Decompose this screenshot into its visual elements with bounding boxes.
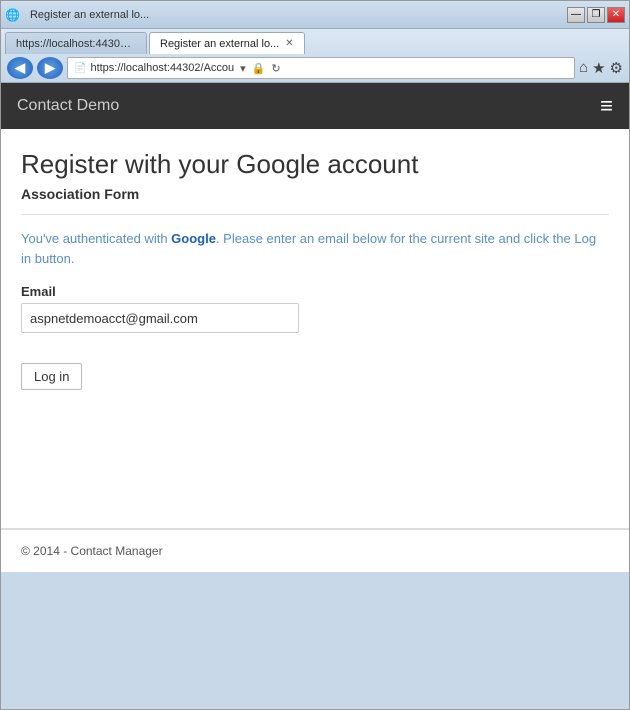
form-subtitle: Association Form xyxy=(21,186,609,215)
toolbar-right: ⌂ ★ ⚙ xyxy=(579,59,623,77)
page-title: Register with your Google account xyxy=(21,149,609,180)
tab-2[interactable]: Register an external lo... ✕ xyxy=(149,32,305,54)
browser-icon: 🌐 xyxy=(5,8,20,22)
forward-icon: ▶ xyxy=(45,60,55,76)
window-title: Register an external lo... xyxy=(30,9,149,21)
minimize-button[interactable]: — xyxy=(567,7,585,23)
forward-button[interactable]: ▶ xyxy=(37,57,63,79)
app-navbar: Contact Demo ≡ xyxy=(1,83,629,129)
back-button[interactable]: ◀ xyxy=(7,57,33,79)
address-dropdown-icon[interactable]: ▾ xyxy=(238,62,248,75)
login-button[interactable]: Log in xyxy=(21,363,82,390)
address-actions: ▾ 🔒 ↻ xyxy=(238,62,282,75)
browser-toolbar: https://localhost:44302/Accou Register a… xyxy=(1,29,629,83)
info-text: You've authenticated with Google. Please… xyxy=(21,229,609,268)
address-bar-page-icon: 📄 xyxy=(74,63,86,74)
settings-icon[interactable]: ⚙ xyxy=(610,59,623,77)
tab-close-icon[interactable]: ✕ xyxy=(285,38,293,49)
tab-2-label: Register an external lo... xyxy=(160,38,279,50)
title-bar: 🌐 Register an external lo... — ❐ ✕ xyxy=(1,1,629,29)
footer-text: © 2014 - Contact Manager xyxy=(21,544,163,558)
back-icon: ◀ xyxy=(15,60,25,76)
address-text: https://localhost:44302/Accou xyxy=(90,62,234,74)
address-bar[interactable]: 📄 https://localhost:44302/Accou ▾ 🔒 ↻ xyxy=(67,57,575,79)
hamburger-menu[interactable]: ≡ xyxy=(600,95,613,117)
favorites-icon[interactable]: ★ xyxy=(592,59,605,77)
main-content: Register with your Google account Associ… xyxy=(1,129,629,529)
tab-1[interactable]: https://localhost:44302/Accou xyxy=(5,32,147,54)
refresh-icon[interactable]: ↻ xyxy=(269,62,282,75)
email-input[interactable] xyxy=(21,303,299,333)
win-controls: — ❐ ✕ xyxy=(567,7,625,23)
window-frame: 🌐 Register an external lo... — ❐ ✕ https… xyxy=(0,0,630,710)
lock-icon: 🔒 xyxy=(250,62,268,75)
restore-button[interactable]: ❐ xyxy=(587,7,605,23)
app-brand[interactable]: Contact Demo xyxy=(17,97,119,115)
info-text-brand: Google xyxy=(171,231,216,246)
address-row: ◀ ▶ 📄 https://localhost:44302/Accou ▾ 🔒 … xyxy=(1,54,629,82)
tab-row: https://localhost:44302/Accou Register a… xyxy=(1,29,629,54)
email-label: Email xyxy=(21,284,609,299)
title-bar-left: 🌐 Register an external lo... xyxy=(5,8,149,22)
info-text-before: You've authenticated with xyxy=(21,231,171,246)
home-icon[interactable]: ⌂ xyxy=(579,59,588,77)
tab-1-label: https://localhost:44302/Accou xyxy=(16,38,136,50)
close-button[interactable]: ✕ xyxy=(607,7,625,23)
footer: © 2014 - Contact Manager xyxy=(1,529,629,572)
